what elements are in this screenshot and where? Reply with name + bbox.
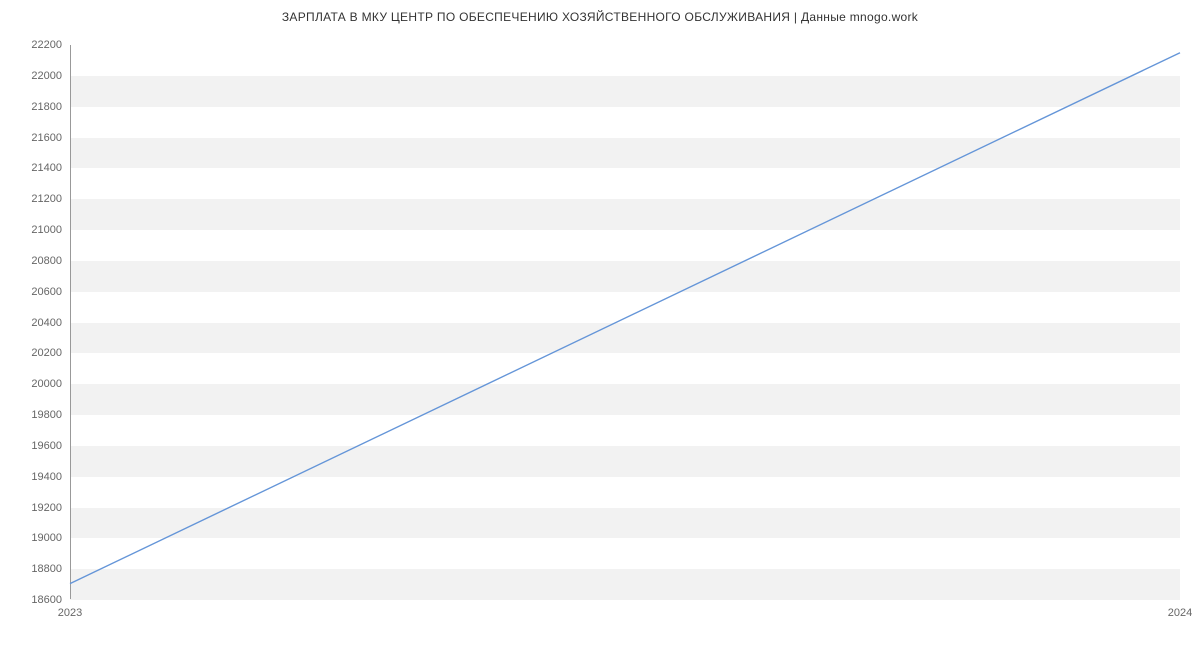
chart-title: ЗАРПЛАТА В МКУ ЦЕНТР ПО ОБЕСПЕЧЕНИЮ ХОЗЯ… xyxy=(0,10,1200,24)
chart-svg xyxy=(70,45,1180,599)
plot-area: 1860018800190001920019400196001980020000… xyxy=(70,45,1180,600)
y-tick-label: 19800 xyxy=(12,409,62,421)
x-tick-label: 2023 xyxy=(58,607,82,619)
y-tick-label: 21200 xyxy=(12,193,62,205)
y-tick-label: 22200 xyxy=(12,39,62,51)
y-tick-label: 19400 xyxy=(12,471,62,483)
y-tick-label: 18800 xyxy=(12,563,62,575)
y-tick-label: 20600 xyxy=(12,286,62,298)
y-tick-label: 21800 xyxy=(12,101,62,113)
y-tick-label: 20800 xyxy=(12,255,62,267)
y-tick-label: 20000 xyxy=(12,378,62,390)
data-line xyxy=(70,53,1180,584)
y-tick-label: 20400 xyxy=(12,317,62,329)
y-tick-label: 22000 xyxy=(12,70,62,82)
y-tick-label: 21000 xyxy=(12,224,62,236)
y-tick-label: 21400 xyxy=(12,162,62,174)
x-tick-label: 2024 xyxy=(1168,607,1192,619)
y-tick-label: 19600 xyxy=(12,440,62,452)
y-tick-label: 18600 xyxy=(12,594,62,606)
y-tick-label: 20200 xyxy=(12,347,62,359)
y-tick-label: 21600 xyxy=(12,132,62,144)
y-tick-label: 19000 xyxy=(12,532,62,544)
y-tick-label: 19200 xyxy=(12,502,62,514)
